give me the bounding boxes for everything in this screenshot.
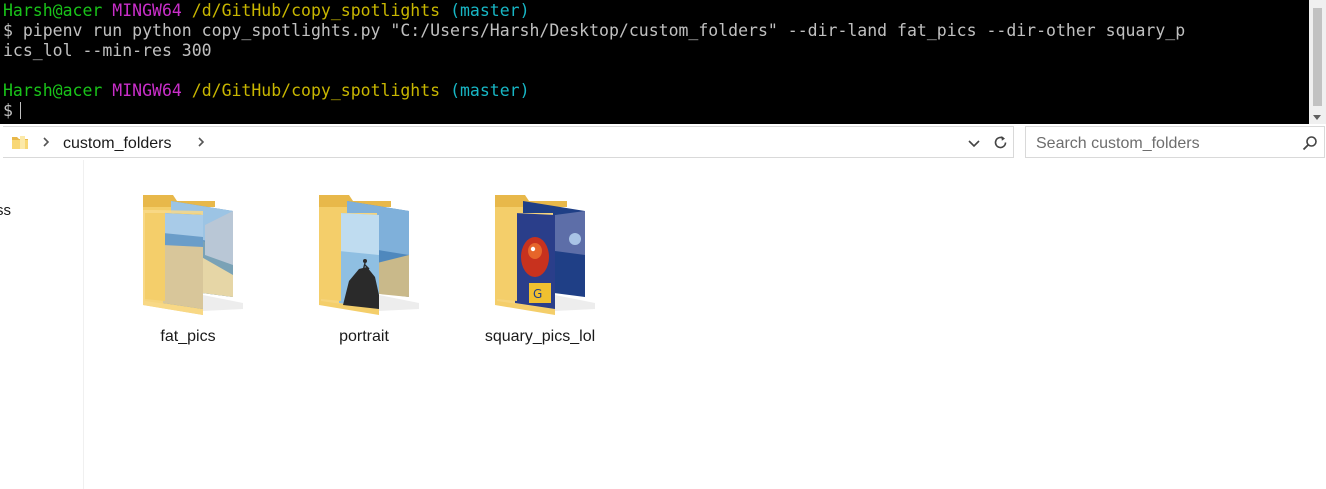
prompt-system: MINGW64 (112, 1, 182, 20)
address-bar[interactable]: custom_folders (3, 126, 988, 158)
refresh-button[interactable] (987, 126, 1014, 158)
prompt-user: Harsh@acer (3, 1, 103, 20)
prompt-branch: (master) (450, 81, 530, 100)
search-input[interactable]: Search custom_folders (1025, 126, 1325, 158)
folder-label: fat_pics (160, 328, 216, 345)
prompt-system: MINGW64 (112, 81, 182, 100)
terminal-scroll-thumb[interactable] (1313, 8, 1322, 106)
folder-item-fat-pics[interactable]: fat_pics (123, 185, 253, 355)
explorer-address-row: custom_folders Search custom_folders (0, 124, 1326, 160)
folder-item-portrait[interactable]: portrait (299, 185, 429, 355)
prompt-branch: (master) (450, 1, 530, 20)
prompt-path: /d/GitHub/copy_spotlights (191, 81, 441, 100)
search-placeholder: Search custom_folders (1036, 135, 1200, 152)
terminal-command-line-2: ics_lol --min-res 300 (3, 41, 212, 60)
scroll-down-arrow-icon[interactable] (1313, 115, 1321, 120)
folder-with-landscape-photos-icon (143, 195, 243, 315)
chevron-down-icon[interactable] (967, 136, 981, 150)
terminal-prompt-line-1: Harsh@acer MINGW64 /d/GitHub/copy_spotli… (3, 1, 1326, 21)
nav-item-label[interactable]: ss (0, 202, 11, 219)
terminal-command-line-1: $ pipenv run python copy_spotlights.py "… (3, 21, 1186, 40)
chevron-right-icon[interactable] (41, 135, 51, 152)
svg-text:G: G (533, 287, 542, 301)
folder-label: squary_pics_lol (484, 328, 596, 345)
prompt-user: Harsh@acer (3, 81, 103, 100)
breadcrumb-custom-folders[interactable]: custom_folders (63, 135, 172, 153)
search-icon[interactable] (1302, 135, 1318, 151)
folder-label: portrait (339, 328, 389, 345)
folder-icon (12, 136, 28, 149)
terminal-scrollbar[interactable] (1309, 0, 1326, 124)
navigation-pane: ss (0, 160, 84, 489)
input-prompt-symbol: $ (3, 101, 13, 120)
text-cursor (19, 102, 21, 119)
refresh-icon (994, 136, 1007, 149)
prompt-path: /d/GitHub/copy_spotlights (191, 1, 441, 20)
terminal-input-line[interactable]: $ (3, 101, 1326, 121)
chevron-right-icon[interactable] (196, 135, 206, 152)
folder-with-square-art-icon: G (495, 195, 595, 315)
folder-item-squary-pics-lol[interactable]: G squary_pics_lol (475, 185, 605, 355)
terminal-window[interactable]: Harsh@acer MINGW64 /d/GitHub/copy_spotli… (0, 0, 1326, 124)
terminal-prompt-line-2: Harsh@acer MINGW64 /d/GitHub/copy_spotli… (3, 81, 1326, 101)
folder-with-climber-photo-icon (319, 195, 419, 315)
